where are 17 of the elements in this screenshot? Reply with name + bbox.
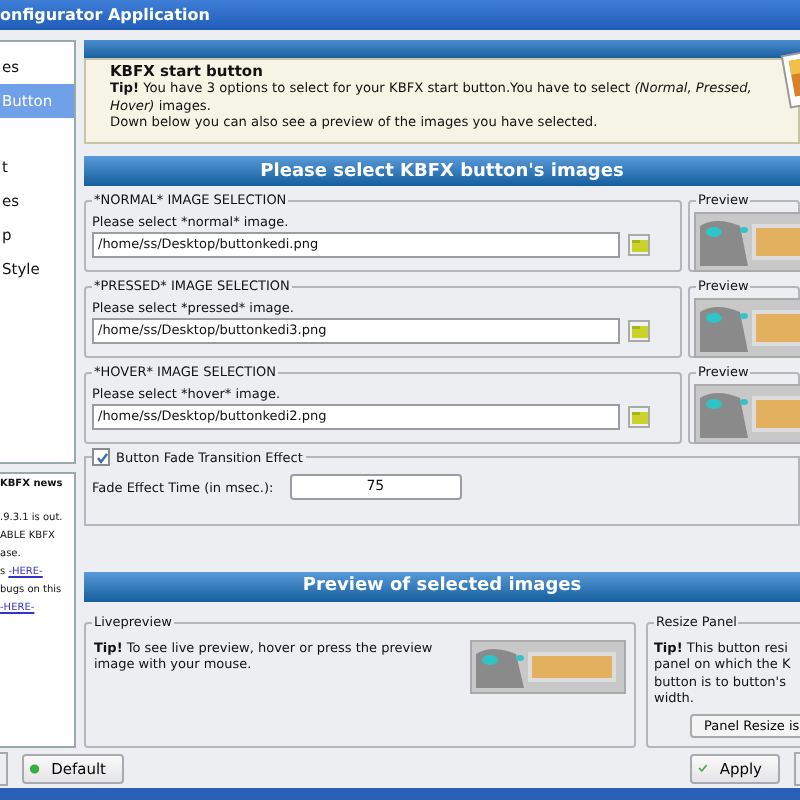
cat-logo-image [696, 386, 800, 443]
folder-icon [631, 411, 647, 424]
cat-logo-image [696, 214, 800, 271]
check-icon [95, 451, 107, 464]
cat-logo-image [696, 300, 800, 357]
browse-button[interactable] [628, 406, 650, 429]
checkbox[interactable] [92, 448, 110, 467]
window-title: onfigurator Application [0, 4, 212, 26]
dot-icon [30, 759, 40, 777]
preview-image-button[interactable] [470, 639, 626, 694]
checkmark-icon [698, 760, 708, 776]
folder-icon [631, 239, 647, 252]
section-header: Preview of selected images [84, 571, 800, 602]
browse-button[interactable] [628, 320, 650, 343]
section-header: Please select KBFX button's images [84, 156, 800, 187]
folder-icon [631, 325, 647, 338]
browse-button[interactable] [628, 234, 650, 257]
